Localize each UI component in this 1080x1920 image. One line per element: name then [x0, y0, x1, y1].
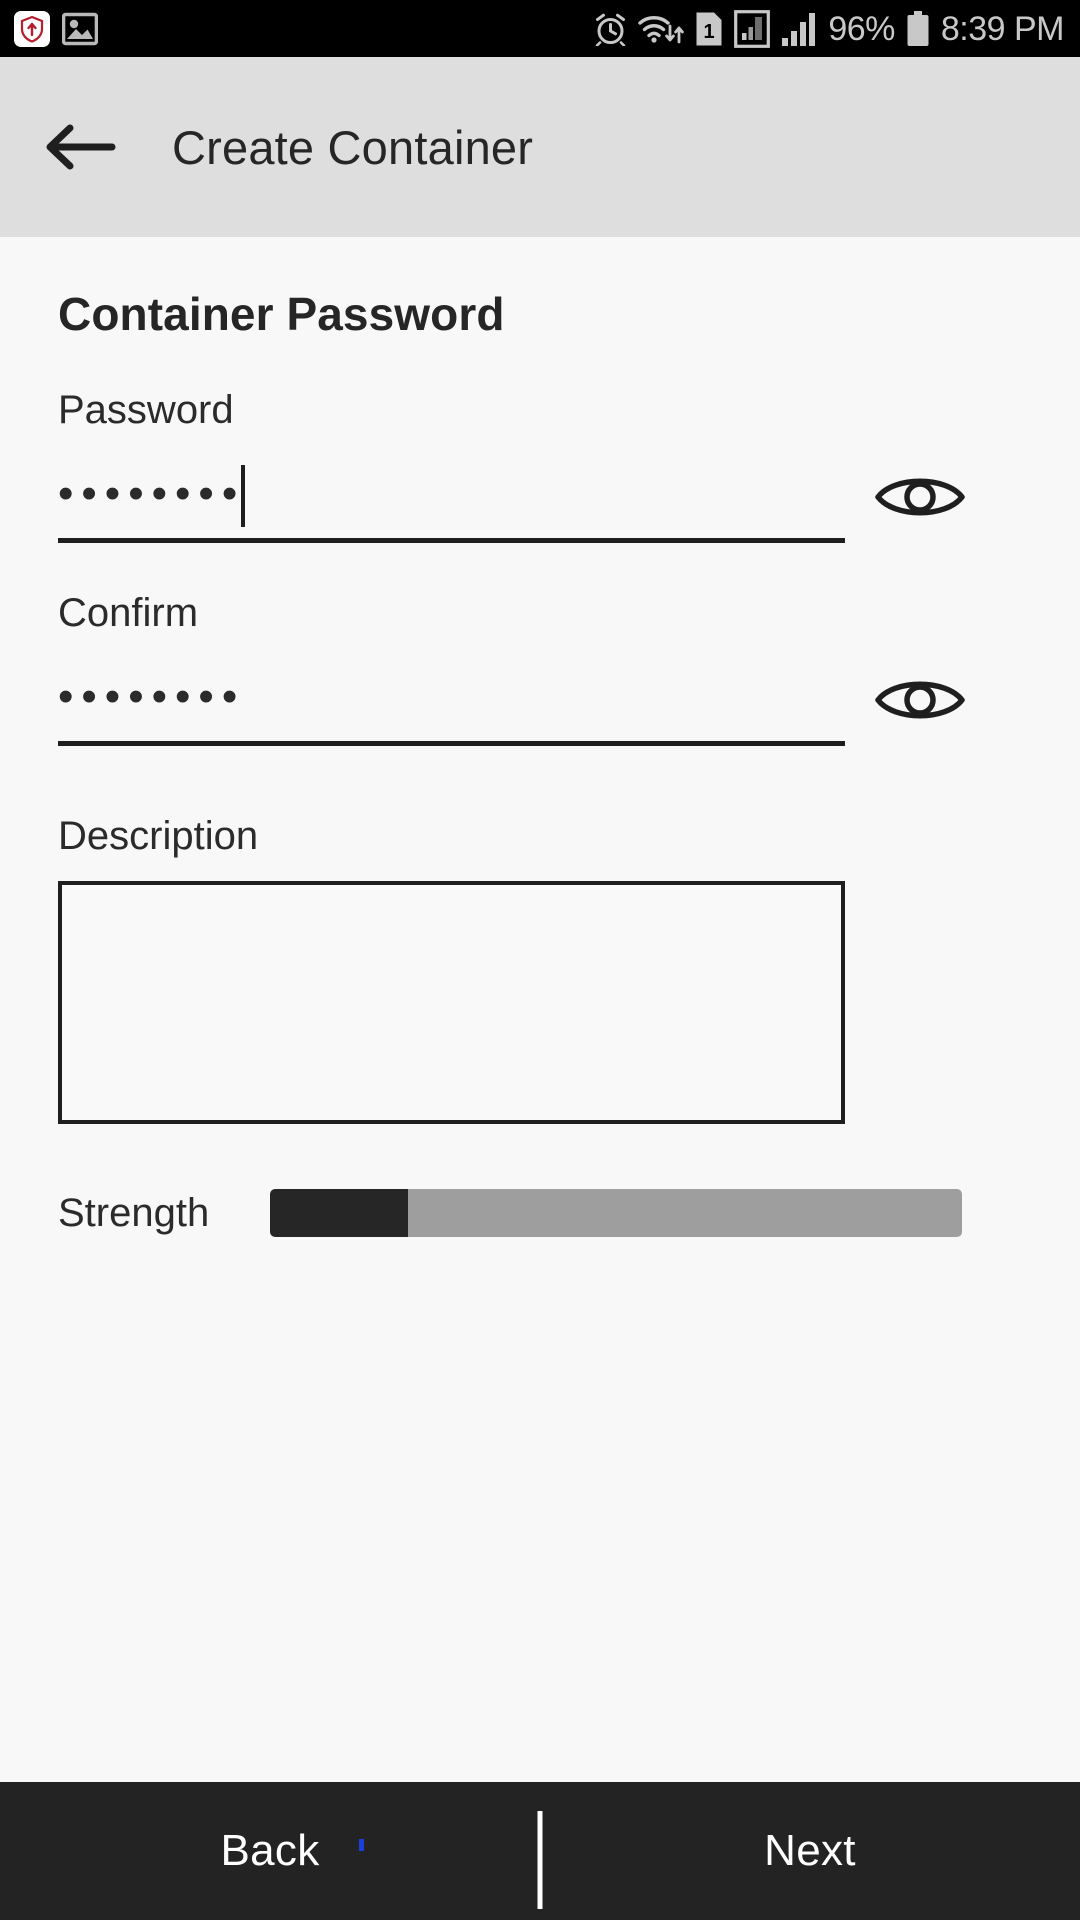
clock-label: 8:39 PM: [940, 9, 1065, 48]
password-field-group: Password ••••••••: [58, 388, 1022, 543]
status-bar-left-icons: [14, 10, 98, 47]
back-button[interactable]: Back: [0, 1782, 540, 1920]
alarm-clock-icon: [594, 12, 627, 46]
password-input[interactable]: ••••••••: [58, 455, 965, 543]
status-bar: 1 96% 8:39 PM: [0, 0, 1080, 57]
bottom-bar-divider: [537, 1811, 543, 1909]
eye-icon: [875, 478, 965, 515]
strength-progress-fill: [270, 1189, 409, 1237]
signal-boxed-icon: [734, 9, 771, 48]
confirm-label: Confirm: [58, 591, 199, 635]
battery-full-icon: [906, 10, 930, 47]
svg-text:1: 1: [704, 21, 715, 43]
signal-bars-icon: [781, 11, 817, 47]
eye-icon: [875, 681, 965, 718]
battery-percent-label: 96%: [828, 9, 895, 48]
description-field-group: Description: [58, 814, 1022, 1124]
next-button[interactable]: Next: [540, 1782, 1080, 1920]
password-masked-value: ••••••••: [58, 468, 246, 518]
status-bar-right-icons: 1 96% 8:39 PM: [594, 9, 1065, 48]
confirm-input[interactable]: ••••••••: [58, 658, 965, 746]
password-strength-group: Strength: [58, 1189, 1022, 1237]
image-notification-icon: [62, 12, 98, 46]
app-bar: Create Container: [0, 57, 1080, 237]
password-visibility-toggle-button[interactable]: [867, 461, 973, 533]
description-label: Description: [58, 814, 259, 858]
confirm-password-field-group: Confirm ••••••••: [58, 591, 1022, 746]
confirm-masked-value: ••••••••: [58, 671, 246, 721]
notification-shield-icon: [14, 10, 50, 47]
text-caret: [241, 464, 246, 527]
password-label: Password: [58, 388, 234, 432]
wifi-transfer-icon: [638, 12, 685, 46]
main-content: Container Password Password •••••••• Con…: [0, 237, 1080, 1782]
back-navigation-button[interactable]: [44, 117, 116, 177]
confirm-visibility-toggle-button[interactable]: [867, 664, 973, 736]
strength-progress-bar: [270, 1189, 962, 1237]
arrow-left-icon: [46, 124, 116, 170]
page-title: Create Container: [172, 120, 534, 174]
section-heading: Container Password: [58, 288, 505, 340]
sim-card-1-icon: 1: [695, 11, 723, 47]
strength-label: Strength: [58, 1190, 210, 1235]
description-input[interactable]: [58, 881, 845, 1124]
bottom-action-bar: Back Next: [0, 1782, 1080, 1920]
app-screen: 1 96% 8:39 PM Create Container Container…: [0, 0, 1080, 1920]
back-button-artifact-dot: [359, 1839, 364, 1851]
